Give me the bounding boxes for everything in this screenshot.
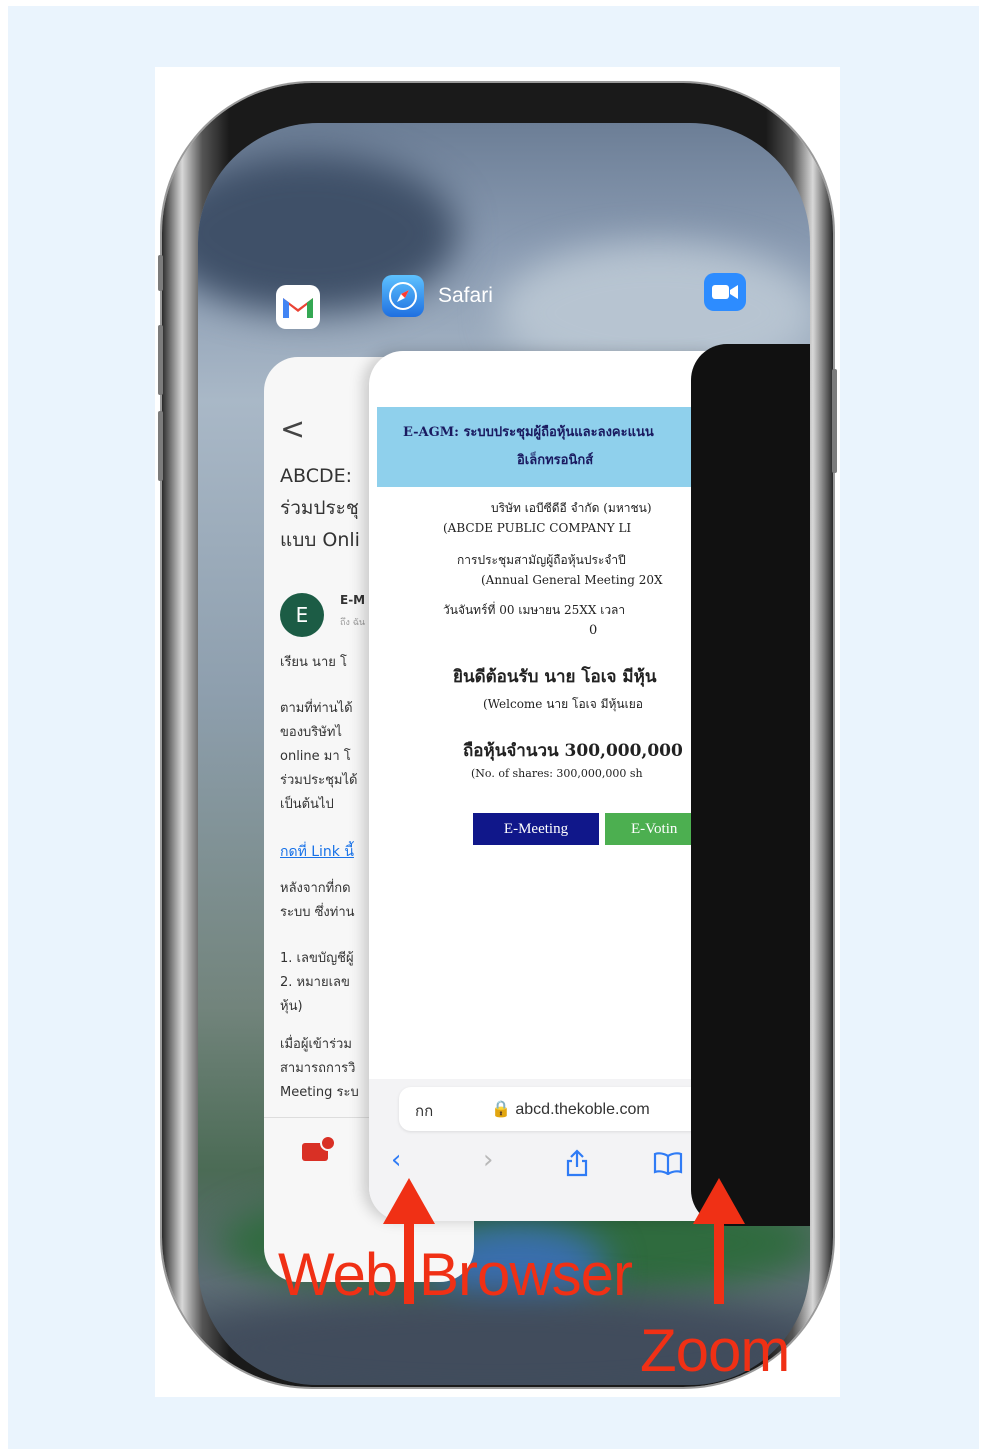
company-name-en: (ABCDE PUBLIC COMPANY LI [443, 521, 632, 535]
welcome-title: ยินดีต้อนรับ นาย โอเจ มีหุ้น [453, 667, 657, 687]
sender-avatar: E [280, 593, 324, 637]
zoom-app-label[interactable] [704, 273, 746, 311]
address-bar[interactable]: กก 🔒 abcd.thekoble.com [399, 1087, 739, 1131]
email-list-item: 2. หมายเลข [280, 975, 350, 990]
zoom-label: Zoom [640, 1317, 790, 1384]
email-body-line: หลังจากที่กด [280, 881, 351, 896]
email-list-item: หุ้น) [280, 999, 303, 1014]
email-body-line: ของบริษัทไ [280, 725, 342, 740]
email-subject-line-3: แบบ Onli [280, 529, 360, 551]
company-name-th: บริษัท เอบีซีดีอี จำกัด (มหาชน) [491, 501, 652, 515]
silent-switch [158, 255, 163, 291]
email-body-line: เป็นต้นไป [280, 797, 334, 812]
volume-down-button [158, 411, 163, 481]
power-button [832, 369, 837, 473]
email-subject-line-1: ABCDE: [280, 465, 359, 487]
email-body-line: เมื่อผู้เข้าร่วม [280, 1037, 352, 1052]
email-subject-line-2: ร่วมประชุ [280, 497, 359, 519]
zoom-app-card[interactable] [691, 344, 810, 1226]
email-greeting: เรียน นาย โ [280, 655, 347, 670]
email-body-line: ระบบ ซึ่งท่าน [280, 905, 355, 920]
gmail-icon [276, 285, 320, 329]
gmail-app-label[interactable] [276, 285, 320, 329]
forward-icon[interactable]: › [483, 1145, 493, 1175]
safari-app-label[interactable]: Safari [382, 275, 493, 317]
shares-subtitle: (No. of shares: 300,000,000 sh [471, 767, 643, 780]
zoom-arrow-shaft [714, 1222, 724, 1304]
meeting-name-en: (Annual General Meeting 20X [481, 573, 663, 587]
meeting-time: 0 [589, 623, 598, 638]
email-list-item: 1. เลขบัญชีผู้ [280, 951, 354, 966]
email-body-line: ร่วมประชุมได้ [280, 773, 358, 788]
web-browser-label: Web Browser [278, 1241, 633, 1308]
page-header-banner: E-AGM: ระบบประชุมผู้ถือหุ้นและลงคะแนน อิ… [377, 407, 739, 487]
web-browser-arrow-head [383, 1178, 435, 1224]
reader-aa-button[interactable]: กก [415, 1099, 433, 1123]
volume-up-button [158, 325, 163, 395]
email-body-line: Meeting ระบ [280, 1085, 359, 1100]
safari-app-card[interactable]: E-AGM: ระบบประชุมผู้ถือหุ้นและลงคะแนน อิ… [369, 351, 739, 1221]
mail-icon[interactable] [302, 1135, 336, 1161]
zoom-video-icon [704, 273, 746, 311]
back-icon[interactable]: ‹ [391, 1145, 401, 1175]
bookmarks-icon[interactable] [653, 1151, 683, 1182]
email-body-line: ตามที่ท่านได้ [280, 701, 353, 716]
email-body-line: สามารถการวิ [280, 1061, 356, 1076]
shares-title: ถือหุ้นจำนวน 300,000,000 [463, 741, 683, 761]
welcome-subtitle: (Welcome นาย โอเจ มีหุ้นเยอ [483, 697, 643, 711]
back-chevron-icon[interactable]: < [280, 412, 305, 447]
e-voting-button[interactable]: E-Votin [605, 813, 705, 845]
email-link[interactable]: กดที่ Link นี้ [280, 841, 354, 863]
email-body-line: online มา โ [280, 749, 351, 764]
e-meeting-button[interactable]: E-Meeting [473, 813, 599, 845]
share-icon[interactable] [565, 1149, 589, 1184]
zoom-arrow-head [693, 1178, 745, 1224]
page-header-title: E-AGM: ระบบประชุมผู้ถือหุ้นและลงคะแนน [403, 425, 654, 440]
meeting-date: วันจันทร์ที่ 00 เมษายน 25XX เวลา [443, 603, 626, 617]
page-header-subtitle: อิเล็กทรอนิกส์ [517, 453, 594, 468]
url-text: 🔒 abcd.thekoble.com [491, 1101, 650, 1118]
sender-name: E-M [340, 593, 366, 607]
safari-compass-icon [382, 275, 424, 317]
meeting-name-th: การประชุมสามัญผู้ถือหุ้นประจำปี [457, 553, 626, 567]
sender-recipient: ถึง ฉัน [340, 618, 365, 628]
safari-app-name: Safari [438, 284, 493, 307]
